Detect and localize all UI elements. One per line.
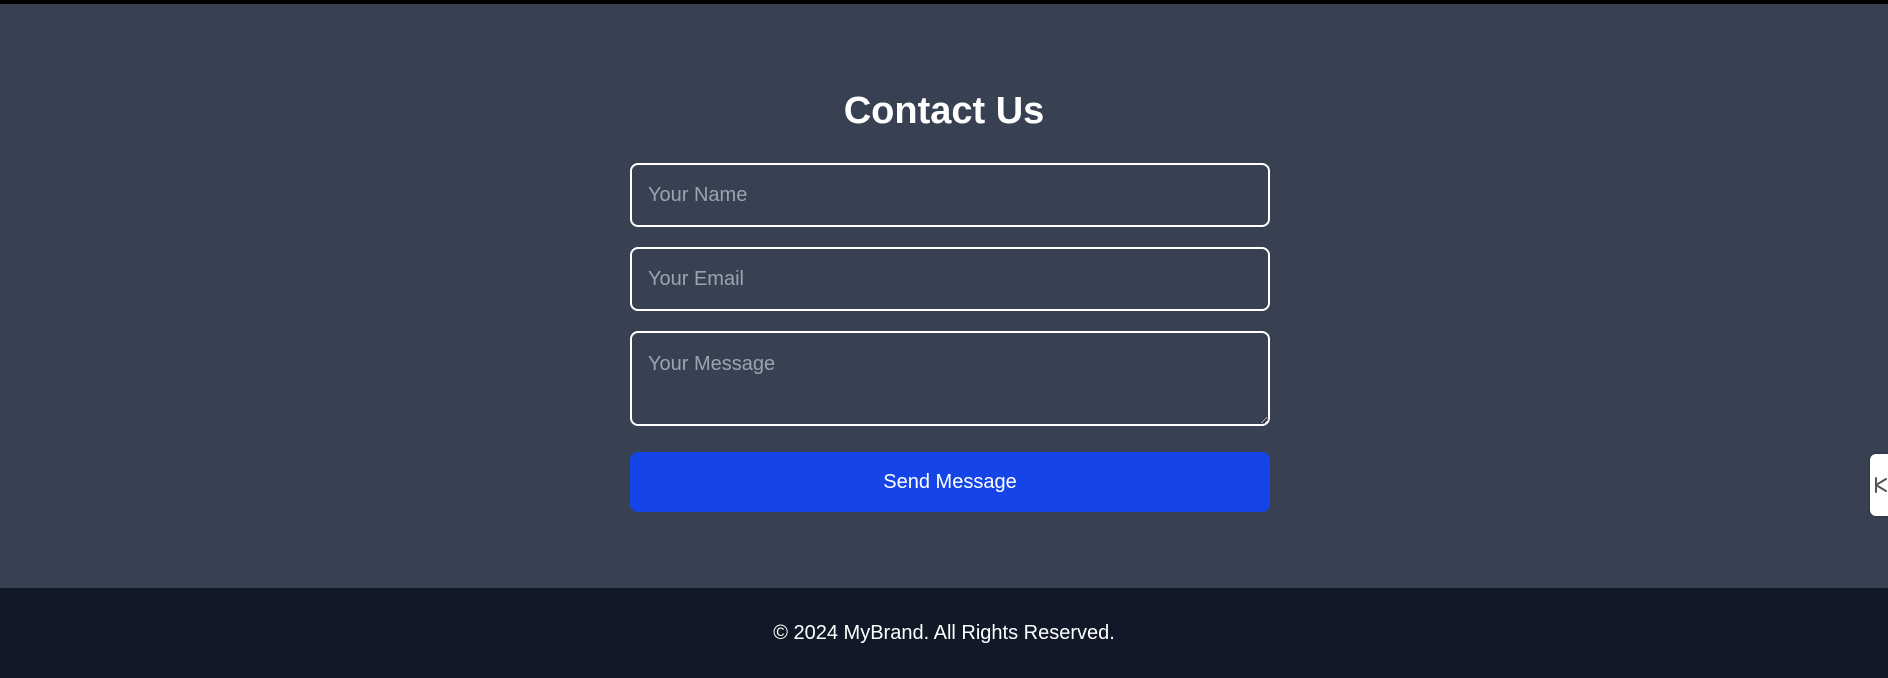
copyright-text: © 2024 MyBrand. All Rights Reserved. — [773, 622, 1115, 644]
side-feedback-tab[interactable] — [1870, 454, 1888, 516]
email-input[interactable] — [630, 247, 1270, 311]
send-message-button[interactable]: Send Message — [630, 452, 1270, 512]
contact-section: Contact Us Send Message — [0, 4, 1888, 588]
footer: © 2024 MyBrand. All Rights Reserved. — [0, 588, 1888, 678]
name-input[interactable] — [630, 163, 1270, 227]
feedback-icon — [1875, 477, 1887, 493]
message-textarea[interactable] — [630, 331, 1270, 426]
page-title: Contact Us — [843, 90, 1045, 132]
